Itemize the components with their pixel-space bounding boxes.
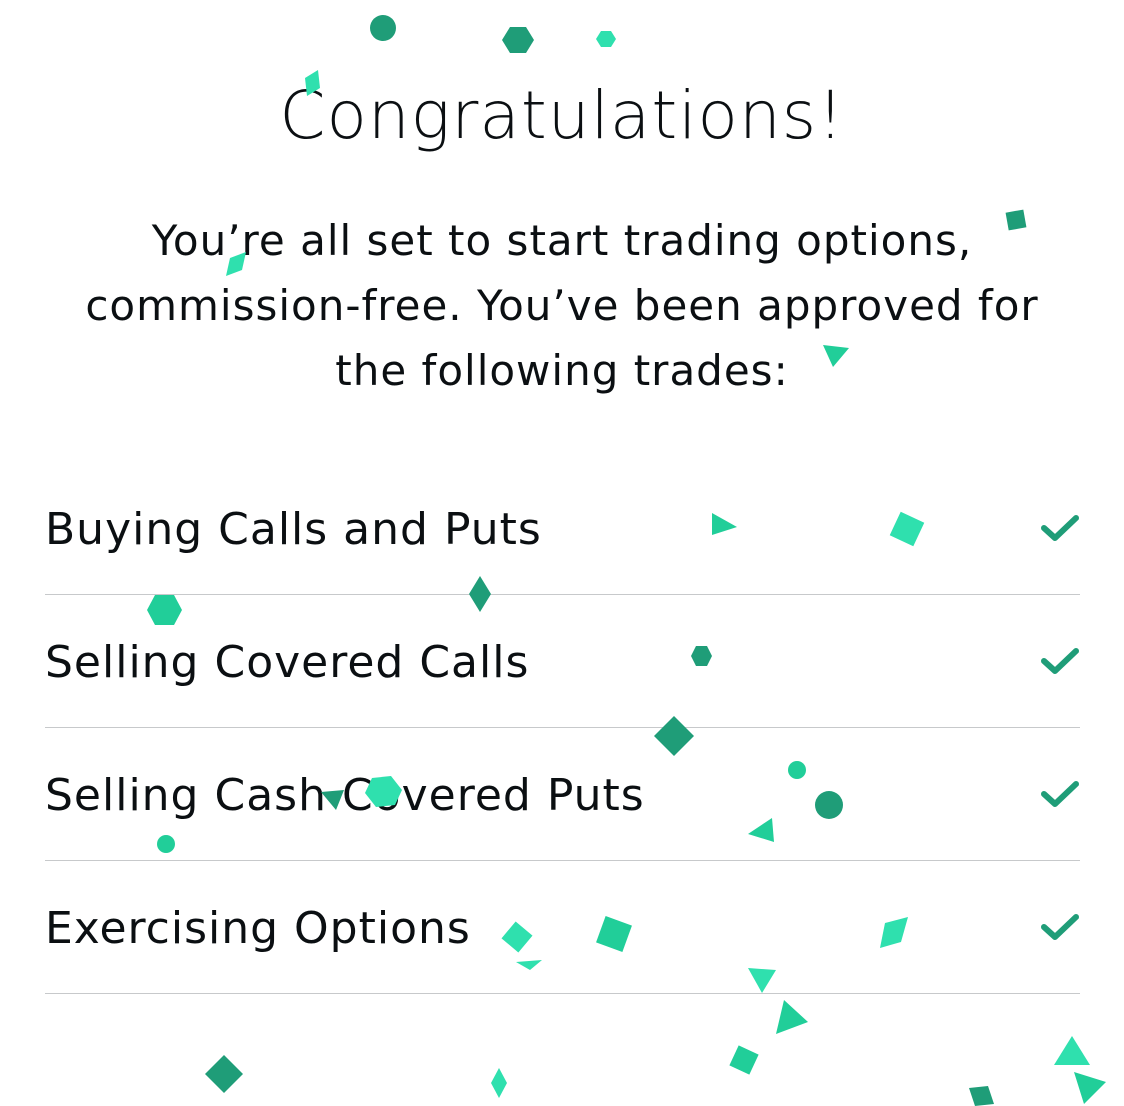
approval-message: You’re all set to start trading options,… <box>85 216 1039 395</box>
confetti-piece <box>729 1045 759 1075</box>
trade-label: Selling Covered Calls <box>45 637 530 688</box>
approved-trades-list: Buying Calls and Puts Selling Covered Ca… <box>45 462 1080 994</box>
confetti-piece <box>491 1068 507 1098</box>
trade-row-selling-covered-calls: Selling Covered Calls <box>45 595 1080 728</box>
confetti-piece <box>969 1086 994 1106</box>
trade-row-exercising-options: Exercising Options <box>45 861 1080 994</box>
trade-label: Exercising Options <box>45 903 471 954</box>
congratulations-title: Congratulations! <box>279 77 845 154</box>
trade-row-selling-cash-covered-puts: Selling Cash Covered Puts <box>45 728 1080 861</box>
confetti-piece <box>1054 1036 1090 1065</box>
checkmark-icon <box>1041 914 1079 940</box>
trade-label: Buying Calls and Puts <box>45 504 542 555</box>
confetti-piece <box>205 1055 243 1093</box>
trade-row-buying-calls-and-puts: Buying Calls and Puts <box>45 462 1080 595</box>
checkmark-icon <box>1041 781 1079 807</box>
confetti-piece <box>502 27 534 53</box>
confetti-piece <box>370 15 396 41</box>
confetti-piece <box>596 31 616 47</box>
trade-label: Selling Cash Covered Puts <box>45 770 645 821</box>
confetti-piece <box>1074 1072 1106 1104</box>
checkmark-icon <box>1041 648 1079 674</box>
checkmark-icon <box>1041 515 1079 541</box>
confetti-piece <box>776 1000 808 1034</box>
